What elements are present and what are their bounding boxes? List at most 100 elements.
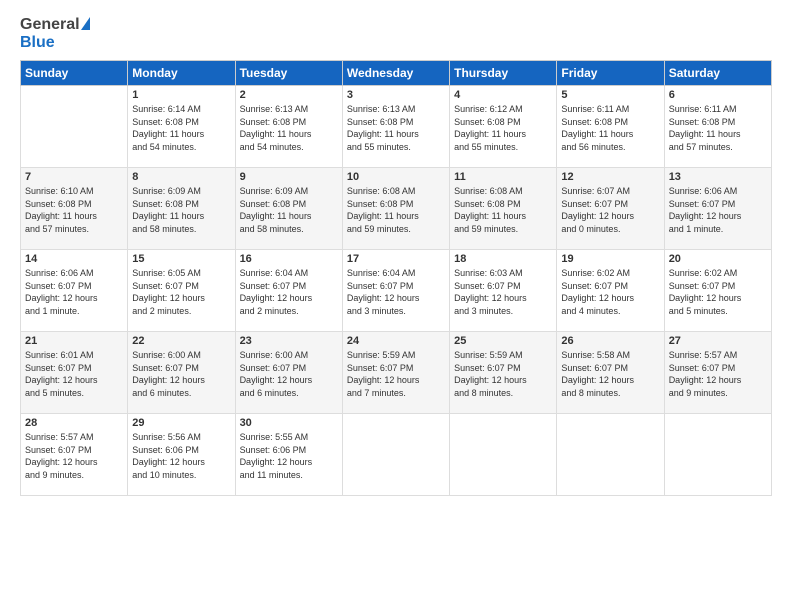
day-number: 18	[454, 253, 552, 265]
calendar-week-row: 7 Sunrise: 6:10 AM Sunset: 6:08 PM Daylig…	[21, 168, 772, 250]
day-content: Sunrise: 5:59 AM Sunset: 6:07 PM Dayligh…	[454, 349, 552, 399]
day-number: 20	[669, 253, 767, 265]
day-number: 7	[25, 171, 123, 183]
calendar-week-row: 28 Sunrise: 5:57 AM Sunset: 6:07 PM Dayli…	[21, 414, 772, 496]
calendar-cell: 25 Sunrise: 5:59 AM Sunset: 6:07 PM Dayli…	[450, 332, 557, 414]
calendar-cell: 26Sunrise: 5:58 AM Sunset: 6:07 PM Dayli…	[557, 332, 664, 414]
weekday-header-thursday: Thursday	[450, 61, 557, 86]
day-content: Sunrise: 5:57 AM Sunset: 6:07 PM Dayligh…	[25, 431, 123, 481]
calendar-cell: 10Sunrise: 6:08 AM Sunset: 6:08 PM Dayli…	[342, 168, 449, 250]
calendar-cell: 29 Sunrise: 5:56 AM Sunset: 6:06 PM Dayli…	[128, 414, 235, 496]
day-content: Sunrise: 5:55 AM Sunset: 6:06 PM Dayligh…	[240, 431, 338, 481]
calendar-cell: 24 Sunrise: 5:59 AM Sunset: 6:07 PM Dayli…	[342, 332, 449, 414]
day-content: Sunrise: 6:07 AM Sunset: 6:07 PM Dayligh…	[561, 185, 659, 235]
weekday-header-tuesday: Tuesday	[235, 61, 342, 86]
day-content: Sunrise: 6:06 AM Sunset: 6:07 PM Dayligh…	[25, 267, 123, 317]
calendar-cell: 30 Sunrise: 5:55 AM Sunset: 6:06 PM Dayli…	[235, 414, 342, 496]
calendar-week-row: 21 Sunrise: 6:01 AM Sunset: 6:07 PM Dayli…	[21, 332, 772, 414]
calendar-week-row: 1Sunrise: 6:14 AM Sunset: 6:08 PM Daylig…	[21, 86, 772, 168]
logo: General Blue	[20, 16, 90, 52]
day-content: Sunrise: 6:00 AM Sunset: 6:07 PM Dayligh…	[132, 349, 230, 399]
calendar-cell: 28 Sunrise: 5:57 AM Sunset: 6:07 PM Dayli…	[21, 414, 128, 496]
calendar-cell: 11Sunrise: 6:08 AM Sunset: 6:08 PM Dayli…	[450, 168, 557, 250]
calendar-header-row: SundayMondayTuesdayWednesdayThursdayFrid…	[21, 61, 772, 86]
calendar-week-row: 14Sunrise: 6:06 AM Sunset: 6:07 PM Dayli…	[21, 250, 772, 332]
calendar-cell: 4 Sunrise: 6:12 AM Sunset: 6:08 PM Daylig…	[450, 86, 557, 168]
day-content: Sunrise: 6:00 AM Sunset: 6:07 PM Dayligh…	[240, 349, 338, 399]
day-content: Sunrise: 6:01 AM Sunset: 6:07 PM Dayligh…	[25, 349, 123, 399]
calendar-cell: 17 Sunrise: 6:04 AM Sunset: 6:07 PM Dayli…	[342, 250, 449, 332]
day-number: 16	[240, 253, 338, 265]
day-content: Sunrise: 6:10 AM Sunset: 6:08 PM Dayligh…	[25, 185, 123, 235]
day-number: 2	[240, 89, 338, 101]
day-number: 12	[561, 171, 659, 183]
day-content: Sunrise: 6:14 AM Sunset: 6:08 PM Dayligh…	[132, 103, 230, 153]
day-content: Sunrise: 6:11 AM Sunset: 6:08 PM Dayligh…	[669, 103, 767, 153]
day-number: 30	[240, 417, 338, 429]
logo-blue: Blue	[20, 34, 55, 51]
day-number: 4	[454, 89, 552, 101]
day-number: 5	[561, 89, 659, 101]
day-content: Sunrise: 5:59 AM Sunset: 6:07 PM Dayligh…	[347, 349, 445, 399]
calendar-cell: 14Sunrise: 6:06 AM Sunset: 6:07 PM Dayli…	[21, 250, 128, 332]
day-number: 21	[25, 335, 123, 347]
day-number: 25	[454, 335, 552, 347]
day-number: 9	[240, 171, 338, 183]
day-content: Sunrise: 6:13 AM Sunset: 6:08 PM Dayligh…	[240, 103, 338, 153]
day-number: 10	[347, 171, 445, 183]
day-content: Sunrise: 6:12 AM Sunset: 6:08 PM Dayligh…	[454, 103, 552, 153]
calendar-cell: 18 Sunrise: 6:03 AM Sunset: 6:07 PM Dayli…	[450, 250, 557, 332]
day-content: Sunrise: 6:03 AM Sunset: 6:07 PM Dayligh…	[454, 267, 552, 317]
day-number: 8	[132, 171, 230, 183]
day-content: Sunrise: 6:04 AM Sunset: 6:07 PM Dayligh…	[347, 267, 445, 317]
calendar-cell: 16Sunrise: 6:04 AM Sunset: 6:07 PM Dayli…	[235, 250, 342, 332]
day-content: Sunrise: 6:02 AM Sunset: 6:07 PM Dayligh…	[669, 267, 767, 317]
day-number: 13	[669, 171, 767, 183]
day-content: Sunrise: 6:13 AM Sunset: 6:08 PM Dayligh…	[347, 103, 445, 153]
calendar-cell: 19 Sunrise: 6:02 AM Sunset: 6:07 PM Dayli…	[557, 250, 664, 332]
calendar-cell: 23 Sunrise: 6:00 AM Sunset: 6:07 PM Dayli…	[235, 332, 342, 414]
day-number: 28	[25, 417, 123, 429]
day-number: 17	[347, 253, 445, 265]
calendar-cell	[557, 414, 664, 496]
calendar-cell: 13Sunrise: 6:06 AM Sunset: 6:07 PM Dayli…	[664, 168, 771, 250]
weekday-header-friday: Friday	[557, 61, 664, 86]
calendar-cell: 12 Sunrise: 6:07 AM Sunset: 6:07 PM Dayli…	[557, 168, 664, 250]
day-content: Sunrise: 5:56 AM Sunset: 6:06 PM Dayligh…	[132, 431, 230, 481]
calendar-table: SundayMondayTuesdayWednesdayThursdayFrid…	[20, 60, 772, 496]
calendar-cell: 22Sunrise: 6:00 AM Sunset: 6:07 PM Dayli…	[128, 332, 235, 414]
day-number: 11	[454, 171, 552, 183]
day-number: 3	[347, 89, 445, 101]
calendar-cell: 27 Sunrise: 5:57 AM Sunset: 6:07 PM Dayli…	[664, 332, 771, 414]
calendar-cell: 20 Sunrise: 6:02 AM Sunset: 6:07 PM Dayli…	[664, 250, 771, 332]
calendar-cell: 8 Sunrise: 6:09 AM Sunset: 6:08 PM Daylig…	[128, 168, 235, 250]
calendar-cell	[450, 414, 557, 496]
day-number: 24	[347, 335, 445, 347]
day-content: Sunrise: 6:11 AM Sunset: 6:08 PM Dayligh…	[561, 103, 659, 153]
weekday-header-wednesday: Wednesday	[342, 61, 449, 86]
day-number: 26	[561, 335, 659, 347]
weekday-header-saturday: Saturday	[664, 61, 771, 86]
calendar-cell: 2 Sunrise: 6:13 AM Sunset: 6:08 PM Daylig…	[235, 86, 342, 168]
day-content: Sunrise: 6:05 AM Sunset: 6:07 PM Dayligh…	[132, 267, 230, 317]
calendar-cell	[664, 414, 771, 496]
day-number: 29	[132, 417, 230, 429]
calendar-cell: 6 Sunrise: 6:11 AM Sunset: 6:08 PM Daylig…	[664, 86, 771, 168]
calendar-cell: 3 Sunrise: 6:13 AM Sunset: 6:08 PM Daylig…	[342, 86, 449, 168]
calendar-cell: 15 Sunrise: 6:05 AM Sunset: 6:07 PM Dayli…	[128, 250, 235, 332]
day-number: 6	[669, 89, 767, 101]
day-content: Sunrise: 6:02 AM Sunset: 6:07 PM Dayligh…	[561, 267, 659, 317]
day-number: 19	[561, 253, 659, 265]
weekday-header-monday: Monday	[128, 61, 235, 86]
day-number: 27	[669, 335, 767, 347]
calendar-cell	[21, 86, 128, 168]
day-content: Sunrise: 6:09 AM Sunset: 6:08 PM Dayligh…	[240, 185, 338, 235]
day-number: 23	[240, 335, 338, 347]
day-content: Sunrise: 6:09 AM Sunset: 6:08 PM Dayligh…	[132, 185, 230, 235]
calendar-cell: 1Sunrise: 6:14 AM Sunset: 6:08 PM Daylig…	[128, 86, 235, 168]
weekday-header-sunday: Sunday	[21, 61, 128, 86]
logo-general: General	[20, 16, 80, 34]
day-content: Sunrise: 5:57 AM Sunset: 6:07 PM Dayligh…	[669, 349, 767, 399]
day-number: 15	[132, 253, 230, 265]
calendar-cell: 9 Sunrise: 6:09 AM Sunset: 6:08 PM Daylig…	[235, 168, 342, 250]
